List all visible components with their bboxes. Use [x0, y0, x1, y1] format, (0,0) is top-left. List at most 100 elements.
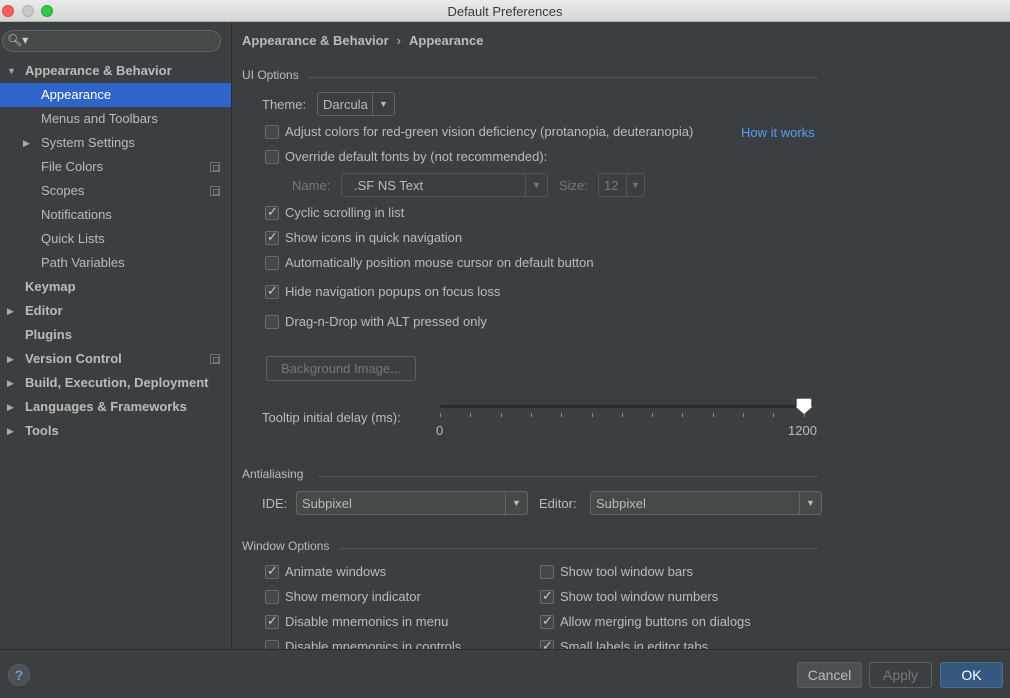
theme-value: Darcula: [323, 97, 368, 112]
sidebar-item[interactable]: Quick Lists: [0, 227, 231, 251]
theme-select[interactable]: Darcula ▼: [317, 92, 395, 116]
breadcrumb-parent[interactable]: Appearance & Behavior: [242, 33, 389, 48]
chevron-right-icon[interactable]: ▶: [7, 419, 14, 443]
help-icon[interactable]: ?: [8, 664, 30, 686]
sidebar-item[interactable]: Menus and Toolbars: [0, 107, 231, 131]
ui-options-divider: [308, 77, 818, 78]
checkbox-box[interactable]: [265, 315, 279, 329]
sidebar-item-label: File Colors: [41, 159, 104, 174]
slider-tick: [712, 413, 714, 417]
font-size-label: Size:: [559, 178, 588, 193]
checkbox-box[interactable]: [540, 638, 554, 649]
sidebar-item-label: Quick Lists: [41, 231, 105, 246]
settings-search-input[interactable]: 🔍︎▾: [2, 30, 221, 52]
checkbox-box[interactable]: [265, 283, 279, 299]
slider-thumb[interactable]: [796, 398, 812, 415]
chevron-right-icon[interactable]: ▶: [7, 347, 14, 371]
window-options-title: Window Options: [242, 539, 330, 553]
background-image-button[interactable]: Background Image...: [266, 356, 416, 381]
theme-label: Theme:: [262, 97, 307, 112]
chevron-right-icon[interactable]: ▶: [7, 395, 14, 419]
slider-tick: [682, 413, 684, 417]
ide-antialiasing-select[interactable]: Subpixel ▼: [296, 491, 528, 515]
sidebar-item[interactable]: ▶ Editor: [0, 299, 231, 323]
sidebar-item-label: Appearance: [41, 87, 112, 102]
search-icon: 🔍︎▾: [7, 33, 29, 47]
checkbox-label: Allow merging buttons on dialogs: [560, 614, 751, 629]
sidebar-item[interactable]: File Colors: [0, 155, 231, 179]
checkbox-box[interactable]: [265, 640, 279, 649]
sidebar-item[interactable]: Scopes: [0, 179, 231, 203]
checkbox-label: Disable mnemonics in menu: [285, 614, 449, 629]
checkbox-box[interactable]: [265, 229, 279, 245]
slider-tick: [773, 413, 775, 417]
chevron-right-icon[interactable]: ▶: [23, 131, 30, 155]
sidebar-item[interactable]: ▶ Tools: [0, 419, 231, 443]
checkbox-box[interactable]: [540, 565, 554, 579]
font-name-label: Name:: [292, 178, 331, 193]
font-size-select[interactable]: 12 ▼: [598, 173, 645, 197]
checkbox-box[interactable]: [265, 125, 279, 139]
how-it-works-link[interactable]: How it works: [741, 125, 815, 140]
tooltip-delay-slider[interactable]: [440, 405, 805, 408]
chevron-down-icon: ▼: [505, 492, 527, 514]
checkbox-box[interactable]: [265, 613, 279, 629]
antialiasing-divider: [318, 476, 818, 477]
checkbox-label: Animate windows: [285, 564, 387, 579]
sidebar-item[interactable]: ▼ Appearance & Behavior: [0, 59, 231, 83]
breadcrumb: Appearance & Behavior › Appearance: [242, 33, 483, 48]
sidebar-item-label: Path Variables: [41, 255, 125, 270]
dialog-footer: ? Cancel Apply OK: [0, 649, 1010, 698]
sidebar-item-label: Languages & Frameworks: [25, 399, 187, 414]
sidebar-item[interactable]: Plugins: [0, 323, 231, 347]
checkbox-box[interactable]: [265, 204, 279, 220]
sidebar-item[interactable]: ▶ Version Control: [0, 347, 231, 371]
checkbox-label: Show tool window bars: [560, 564, 693, 579]
ui-options-title: UI Options: [242, 68, 299, 82]
sidebar-item[interactable]: ▶ Languages & Frameworks: [0, 395, 231, 419]
checkbox-label: Hide navigation popups on focus loss: [285, 284, 501, 299]
settings-sidebar: 🔍︎▾ ▼ Appearance & Behavior Appearance Menu…: [0, 22, 232, 649]
antialiasing-title: Antialiasing: [242, 467, 304, 481]
tooltip-delay-label: Tooltip initial delay (ms):: [262, 410, 401, 425]
sidebar-item-label: Tools: [25, 423, 59, 438]
slider-tick: [530, 413, 532, 417]
sidebar-item[interactable]: Appearance: [0, 83, 231, 107]
checkbox-box[interactable]: [265, 563, 279, 579]
appearance-panel: Appearance & Behavior › Appearance UI Opti…: [232, 22, 1010, 649]
checkbox-label: Show memory indicator: [285, 589, 421, 604]
cancel-button[interactable]: Cancel: [797, 662, 862, 688]
chevron-right-icon[interactable]: ▶: [7, 371, 14, 395]
checkbox-box[interactable]: [540, 588, 554, 604]
chevron-down-icon: ▼: [626, 174, 644, 196]
chevron-right-icon[interactable]: ▶: [7, 299, 14, 323]
breadcrumb-current: Appearance: [409, 33, 484, 48]
ok-button[interactable]: OK: [940, 662, 1003, 688]
sidebar-item[interactable]: ▶ System Settings: [0, 131, 231, 155]
slider-max-label: 1200: [788, 423, 817, 438]
sidebar-item-label: Build, Execution, Deployment: [25, 375, 209, 390]
sidebar-item[interactable]: Keymap: [0, 275, 231, 299]
font-size-value: 12: [604, 178, 619, 193]
sidebar-item-label: Keymap: [25, 279, 76, 294]
checkbox-box[interactable]: [265, 590, 279, 604]
font-name-value: .SF NS Text: [354, 178, 424, 193]
sidebar-item[interactable]: Notifications: [0, 203, 231, 227]
chevron-down-icon[interactable]: ▼: [7, 59, 16, 83]
sidebar-item-label: Notifications: [41, 207, 112, 222]
checkbox-label: Automatically position mouse cursor on d…: [285, 255, 594, 270]
slider-min-label: 0: [436, 423, 444, 438]
checkbox-label: Adjust colors for red-green vision defic…: [285, 124, 694, 139]
apply-button[interactable]: Apply: [869, 662, 932, 688]
checkbox-label: Small labels in editor tabs: [560, 639, 709, 649]
sidebar-item[interactable]: ▶ Build, Execution, Deployment: [0, 371, 231, 395]
checkbox-box[interactable]: [540, 613, 554, 629]
sidebar-item-label: Menus and Toolbars: [41, 111, 158, 126]
sidebar-item-label: Plugins: [25, 327, 72, 342]
editor-antialiasing-select[interactable]: Subpixel ▼: [590, 491, 822, 515]
chevron-down-icon: ▼: [525, 174, 547, 196]
checkbox-box[interactable]: [265, 150, 279, 164]
font-name-select[interactable]: .SF NS Text ▼: [341, 173, 548, 197]
checkbox-box[interactable]: [265, 256, 279, 270]
sidebar-item[interactable]: Path Variables: [0, 251, 231, 275]
